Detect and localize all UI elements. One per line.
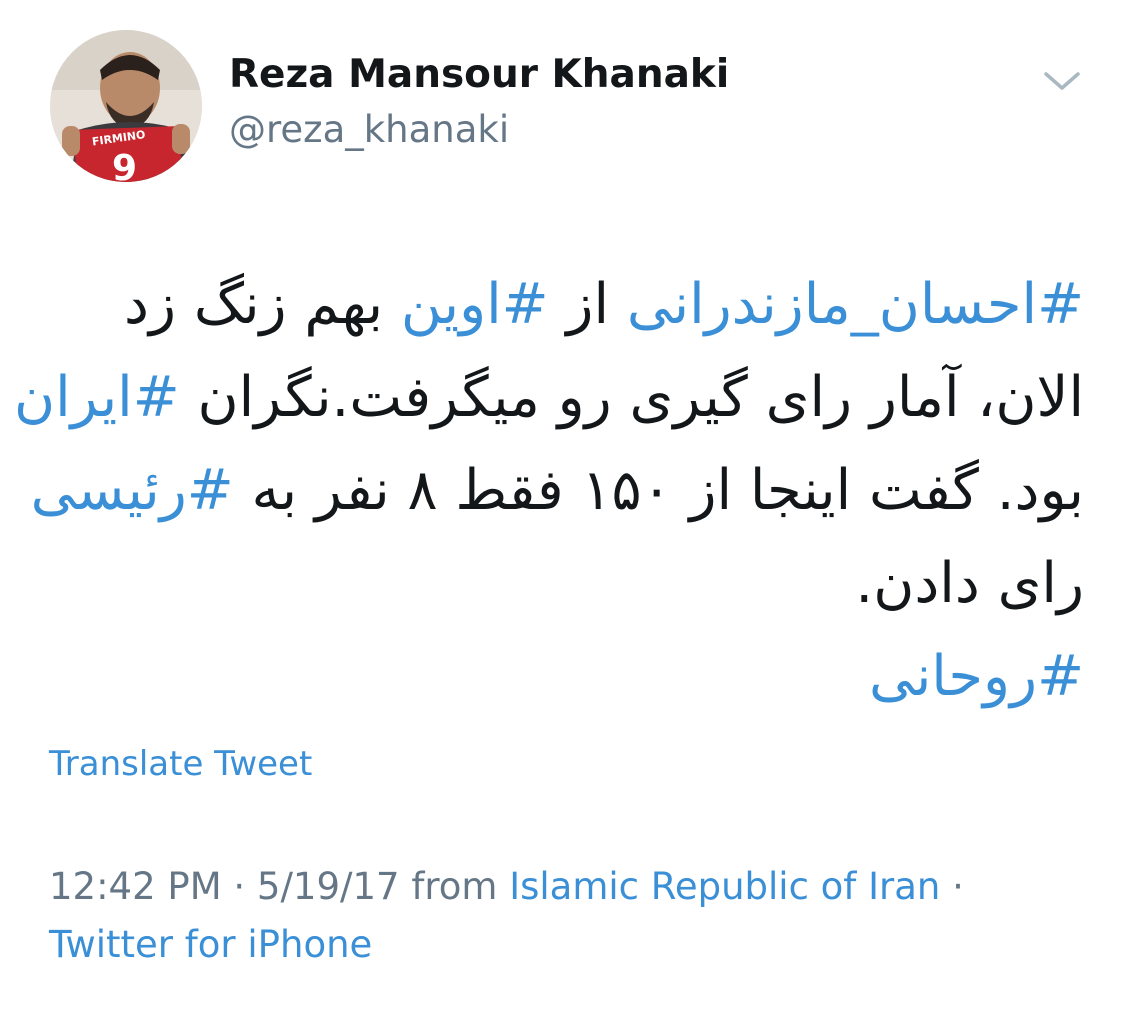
- tweet-line: #روحانی: [40, 630, 1084, 723]
- hashtag-link[interactable]: #اوین: [401, 272, 549, 337]
- tweet-line: الان، آمار رای گیری رو میگرفت.نگران #ایر…: [14, 351, 1084, 444]
- tweet-text-segment: بهم زنگ زد: [124, 272, 401, 337]
- separator: ·: [940, 865, 964, 908]
- hashtag-link[interactable]: #احسان_مازندرانی: [627, 272, 1084, 337]
- location-link[interactable]: Islamic Republic of Iran: [509, 865, 940, 908]
- tweet-menu-button[interactable]: [1042, 66, 1082, 96]
- from-label: from: [399, 865, 510, 908]
- tweet-text-segment: از: [548, 272, 627, 337]
- tweet-metadata: 12:42 PM · 5/19/17 from Islamic Republic…: [49, 858, 1079, 974]
- translate-tweet-link[interactable]: Translate Tweet: [49, 740, 312, 788]
- tweet-text-segment: بود. گفت اینجا از ۱۵۰ فقط ۸ نفر به: [233, 458, 1085, 523]
- avatar-jersey-number: 9: [112, 148, 137, 182]
- hashtag-link[interactable]: #رئیسی: [31, 458, 234, 523]
- tweet-date: 5/19/17: [256, 865, 400, 908]
- user-handle[interactable]: @reza_khanaki: [229, 106, 509, 154]
- tweet-line: بود. گفت اینجا از ۱۵۰ فقط ۸ نفر به #رئیس…: [31, 444, 1085, 537]
- tweet-line: #احسان_مازندرانی از #اوین بهم زنگ زد: [40, 258, 1084, 351]
- tweet-text-segment: الان، آمار رای گیری رو میگرفت.نگران: [179, 365, 1084, 430]
- chevron-down-icon: [1044, 72, 1080, 90]
- tweet-line: رای دادن.: [40, 537, 1084, 630]
- display-name[interactable]: Reza Mansour Khanaki: [229, 50, 729, 100]
- hashtag-link[interactable]: #روحانی: [869, 644, 1084, 709]
- separator: ·: [221, 865, 257, 908]
- tweet-text: #احسان_مازندرانی از #اوین بهم زنگ زد الان…: [14, 258, 1085, 723]
- tweet-text-segment: رای دادن.: [855, 551, 1084, 616]
- tweet-time: 12:42 PM: [49, 865, 222, 908]
- hashtag-link[interactable]: #ایران: [14, 365, 180, 430]
- avatar[interactable]: FIRMINO 9: [50, 30, 202, 182]
- client-link[interactable]: Twitter for iPhone: [49, 923, 372, 966]
